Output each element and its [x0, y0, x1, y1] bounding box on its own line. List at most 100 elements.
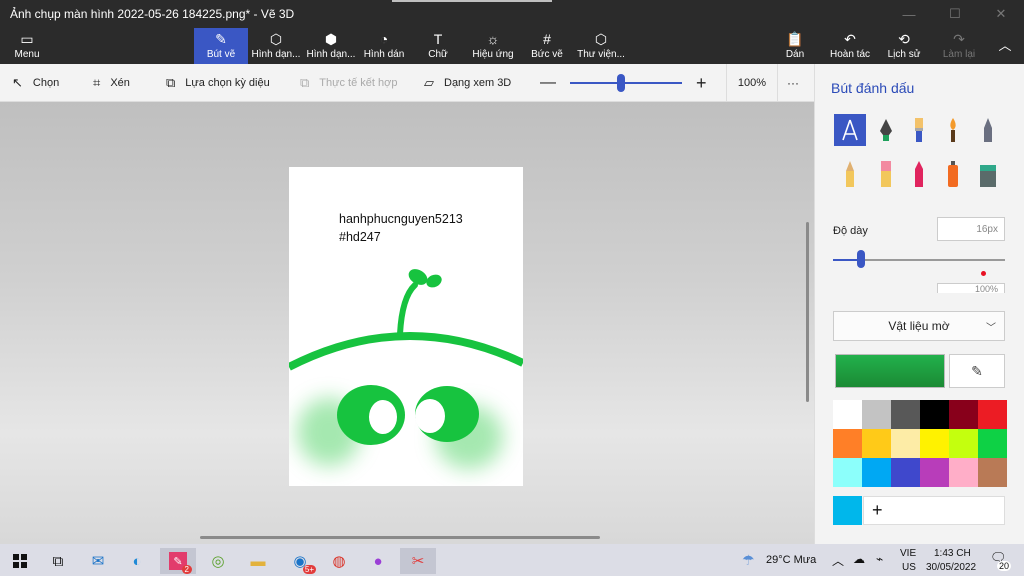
workspace[interactable]: hanhphucnguyen5213 #hd247	[0, 102, 814, 544]
clock-date[interactable]: 30/05/2022	[926, 562, 976, 573]
menu-button[interactable]: ▭ Menu	[6, 28, 48, 64]
mail-app[interactable]: ✉	[80, 548, 116, 574]
eraser-brush[interactable]	[870, 158, 902, 190]
zoom-out-button[interactable]: —	[540, 64, 556, 102]
close-button[interactable]: ✕	[978, 0, 1024, 28]
paste-button[interactable]: 📋 Dán	[783, 28, 807, 64]
palette-swatch[interactable]	[833, 400, 862, 429]
material-dropdown[interactable]: Vật liệu mờ ﹀	[833, 311, 1005, 341]
drawing-artwork	[289, 269, 523, 469]
select-tool[interactable]: ↖ Chọn	[12, 64, 59, 102]
minus-icon: —	[540, 74, 556, 91]
drawing-canvas[interactable]: hanhphucnguyen5213 #hd247	[289, 167, 523, 486]
paint-drop-app[interactable]: ●	[360, 548, 396, 574]
clipboard-icon: 📋	[786, 31, 804, 47]
mail-client-app[interactable]: ◉ 5+	[282, 548, 318, 574]
task-view-button[interactable]: ⧉	[40, 548, 76, 574]
spray-can-brush[interactable]	[937, 158, 969, 190]
network-icon[interactable]: ⌁	[876, 552, 883, 566]
magic-select-label: Lựa chọn kỳ diệu	[185, 77, 270, 89]
clock-time[interactable]: 1:43 CH	[934, 548, 971, 559]
cloud-icon[interactable]: ☁	[853, 552, 865, 566]
palette-swatch[interactable]	[949, 400, 978, 429]
snip-icon: ✂	[411, 553, 425, 570]
zoom-in-button[interactable]: +	[696, 64, 707, 102]
palette-swatch[interactable]	[978, 400, 1007, 429]
crop-tool[interactable]: ⌗ Xén	[93, 64, 130, 102]
add-color-button[interactable]: +	[863, 496, 1005, 525]
palette-swatch[interactable]	[920, 458, 949, 487]
thickness-slider-thumb[interactable]	[857, 250, 865, 268]
fill-bucket-brush[interactable]	[972, 158, 1004, 190]
calligraphy-pen-brush[interactable]	[870, 114, 902, 146]
chevron-up-icon[interactable]: ︿	[832, 552, 844, 569]
tab-brushes[interactable]: ✎ Bút vẽ	[194, 28, 248, 64]
edge-app[interactable]: ◐	[119, 548, 155, 574]
palette-swatch[interactable]	[978, 429, 1007, 458]
collapse-ribbon-button[interactable]: ︿	[994, 28, 1016, 64]
tab-2d-shapes[interactable]: ⬡ Hình dạn...	[250, 28, 302, 64]
undo-button[interactable]: ↶ Hoàn tác	[830, 28, 870, 64]
zoom-slider-thumb[interactable]	[617, 74, 625, 92]
redo-button[interactable]: ↷ Làm lại	[942, 28, 976, 64]
tab-text[interactable]: T Chữ	[418, 28, 458, 64]
palette-swatch[interactable]	[949, 458, 978, 487]
menu-label: Menu	[14, 49, 40, 60]
spray-can-icon	[948, 161, 958, 187]
file-explorer-app[interactable]: ▬	[240, 548, 276, 574]
mixed-reality-button[interactable]: ⧉ Thực tế kết hợp	[300, 64, 397, 102]
crayon-icon	[915, 161, 923, 187]
zoom-percent-field[interactable]: 100%	[726, 64, 778, 102]
pixel-pen-brush[interactable]	[972, 114, 1004, 146]
eyedropper-button[interactable]: ✎	[949, 354, 1005, 388]
palette-swatch[interactable]	[920, 400, 949, 429]
pencil-brush[interactable]	[834, 158, 866, 190]
start-button[interactable]	[2, 548, 38, 574]
zoom-slider-track[interactable]	[570, 82, 682, 84]
mail-icon: ✉	[91, 553, 105, 570]
weather-text[interactable]: 29°C Mưa	[766, 554, 816, 566]
panel-title: Bút đánh dấu	[831, 80, 915, 96]
custom-color-swatch[interactable]	[833, 496, 862, 525]
minimize-button[interactable]: —	[886, 0, 932, 28]
green-app[interactable]: ◎	[200, 548, 236, 574]
tab-3d-shapes[interactable]: ⬢ Hình dạn...	[304, 28, 358, 64]
palette-swatch[interactable]	[949, 429, 978, 458]
language-line-1[interactable]: VIE	[900, 548, 916, 559]
opacity-input[interactable]: 100%	[937, 283, 1005, 293]
palette-swatch[interactable]	[833, 429, 862, 458]
palette-swatch[interactable]	[891, 458, 920, 487]
maximize-button[interactable]: ☐	[932, 0, 978, 28]
tab-3d-library[interactable]: ⬡ Thư viện...	[577, 28, 625, 64]
palette-swatch[interactable]	[891, 400, 920, 429]
language-line-2[interactable]: US	[902, 562, 916, 573]
palette-swatch[interactable]	[833, 458, 862, 487]
palette-swatch[interactable]	[862, 400, 891, 429]
magic-select-tool[interactable]: ⧉ Lựa chọn kỳ diệu	[166, 64, 270, 102]
snip-app[interactable]: ✂	[400, 548, 436, 574]
folder-icon: ▬	[250, 552, 266, 570]
palette-swatch[interactable]	[891, 429, 920, 458]
palette-swatch[interactable]	[920, 429, 949, 458]
crayon-brush[interactable]	[903, 158, 935, 190]
palette-swatch[interactable]	[978, 458, 1007, 487]
horizontal-scrollbar[interactable]	[200, 536, 600, 539]
palette-swatch[interactable]	[862, 429, 891, 458]
tab-effects[interactable]: ☼ Hiệu ứng	[470, 28, 516, 64]
paint3d-taskbar-app[interactable]: ✎ 2	[160, 548, 196, 574]
3d-view-toggle[interactable]: ▱ Dạng xem 3D	[424, 64, 511, 102]
history-button[interactable]: ⟲ Lịch sử	[888, 28, 921, 64]
tab-stickers[interactable]: ◔ Hình dán	[360, 28, 408, 64]
thickness-label: Độ dày	[833, 225, 868, 237]
current-color-swatch[interactable]	[835, 354, 945, 388]
marker-brush[interactable]	[834, 114, 866, 146]
tab-canvas[interactable]: # Bức vẽ	[528, 28, 566, 64]
thickness-input[interactable]: 16px	[937, 217, 1005, 241]
more-options-button[interactable]: ···	[787, 64, 799, 102]
vertical-scrollbar[interactable]	[806, 222, 809, 402]
oil-brush[interactable]	[903, 114, 935, 146]
crop-label: Xén	[110, 77, 130, 89]
chrome-app[interactable]: ◍	[321, 548, 357, 574]
palette-swatch[interactable]	[862, 458, 891, 487]
watercolor-brush[interactable]	[937, 114, 969, 146]
